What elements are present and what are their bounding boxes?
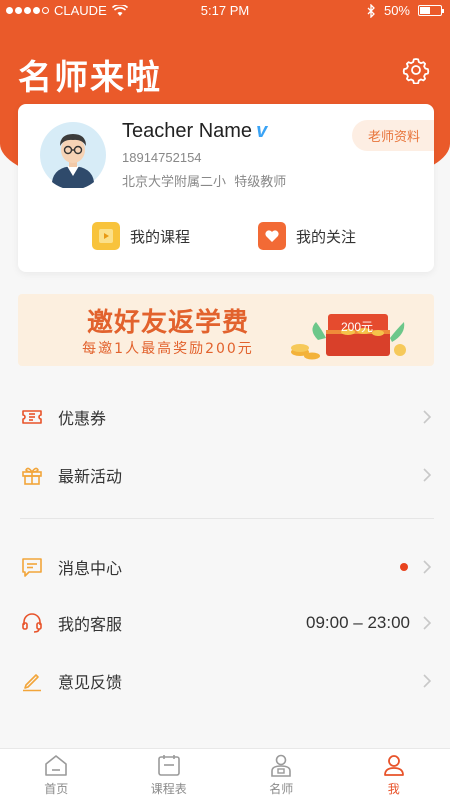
verified-badge: v bbox=[256, 120, 268, 142]
menu-messages[interactable]: 消息中心 bbox=[0, 538, 450, 596]
teacher-profile-button[interactable]: 老师资料 bbox=[351, 120, 434, 151]
battery-percent: 50% bbox=[383, 3, 410, 18]
avatar[interactable] bbox=[40, 122, 106, 188]
tab-bar: 首页 课程表 名师 我 bbox=[0, 748, 450, 800]
unread-dot bbox=[400, 563, 408, 571]
heart-icon bbox=[258, 222, 286, 250]
bluetooth-icon bbox=[367, 3, 375, 18]
tab-schedule[interactable]: 课程表 bbox=[113, 749, 226, 800]
tab-schedule-label: 课程表 bbox=[150, 782, 187, 796]
headset-icon bbox=[22, 613, 42, 633]
teacher-title: 特级教师 bbox=[234, 175, 287, 190]
message-icon bbox=[22, 558, 42, 577]
my-courses-label: 我的课程 bbox=[130, 227, 191, 246]
banner-subtitle: 每邀1人最高奖励200元 bbox=[82, 341, 254, 357]
menu-customer-service[interactable]: 我的客服 09:00 – 23:00 bbox=[0, 594, 450, 652]
coupon-icon bbox=[22, 410, 42, 424]
activities-label: 最新活动 bbox=[58, 467, 123, 486]
service-hours: 09:00 – 23:00 bbox=[306, 613, 410, 632]
chevron-right-icon bbox=[423, 674, 432, 688]
calendar-icon bbox=[157, 755, 180, 776]
tab-me[interactable]: 我 bbox=[338, 749, 450, 800]
tab-teachers-label: 名师 bbox=[269, 782, 294, 796]
pencil-icon bbox=[23, 674, 41, 692]
my-courses-link[interactable]: 我的课程 bbox=[92, 222, 190, 250]
menu-feedback[interactable]: 意见反馈 bbox=[0, 652, 450, 710]
profile-card: Teacher Name v 18914752154 北京大学附属二小 特级教师 … bbox=[18, 104, 434, 272]
phone-number: 18914752154 bbox=[122, 150, 202, 165]
school-name: 北京大学附属二小 bbox=[122, 175, 227, 190]
chevron-right-icon bbox=[423, 616, 432, 630]
user-icon bbox=[383, 755, 404, 776]
chevron-right-icon bbox=[423, 560, 432, 574]
my-follows-link[interactable]: 我的关注 bbox=[258, 222, 356, 250]
tab-home[interactable]: 首页 bbox=[0, 749, 113, 800]
feedback-label: 意见反馈 bbox=[58, 673, 123, 692]
invite-banner[interactable]: 邀好友返学费 每邀1人最高奖励200元 200元 bbox=[18, 294, 434, 366]
menu-activities[interactable]: 最新活动 bbox=[0, 446, 450, 504]
messages-label: 消息中心 bbox=[58, 559, 123, 578]
service-label: 我的客服 bbox=[58, 615, 123, 634]
home-icon bbox=[45, 755, 68, 776]
gear-icon[interactable] bbox=[402, 56, 430, 84]
teacher-name: Teacher Name bbox=[122, 120, 253, 142]
chevron-right-icon bbox=[423, 468, 432, 482]
my-follows-label: 我的关注 bbox=[296, 227, 357, 246]
banner-badge: 200元 bbox=[340, 320, 374, 334]
chevron-right-icon bbox=[423, 410, 432, 424]
banner-title: 邀好友返学费 bbox=[86, 308, 249, 338]
teacher-icon bbox=[271, 754, 292, 777]
status-bar: CLAUDE 5:17 PM 50% bbox=[0, 0, 450, 22]
coupons-label: 优惠券 bbox=[58, 409, 107, 428]
tab-home-label: 首页 bbox=[44, 782, 69, 796]
battery-icon bbox=[418, 5, 444, 16]
menu-coupons[interactable]: 优惠券 bbox=[0, 388, 450, 446]
tab-me-label: 我 bbox=[387, 782, 400, 796]
app-logo: 名师来啦 bbox=[18, 58, 162, 98]
gift-icon bbox=[22, 467, 42, 485]
course-icon bbox=[92, 222, 120, 250]
tab-teachers[interactable]: 名师 bbox=[225, 749, 338, 800]
section-divider bbox=[20, 518, 434, 519]
